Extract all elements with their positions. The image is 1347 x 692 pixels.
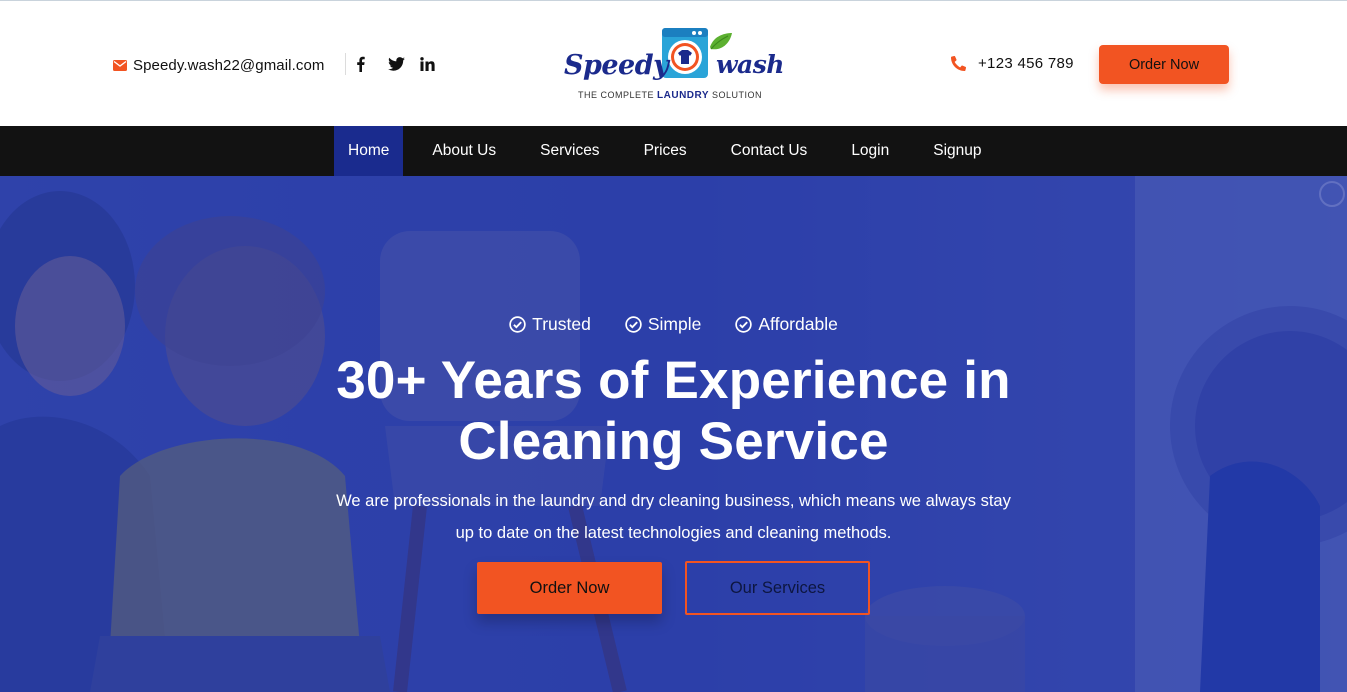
linkedin-link[interactable] <box>420 53 452 75</box>
phone-contact[interactable]: +123 456 789 <box>951 53 1074 73</box>
nav-item-services[interactable]: Services <box>526 126 613 176</box>
site-logo[interactable]: Speedy wash THE COMPLETE LAUNDRY SOLUTIO… <box>562 25 788 105</box>
nav-item-signup[interactable]: Signup <box>919 126 995 176</box>
facebook-icon <box>357 56 365 72</box>
nav-item-login[interactable]: Login <box>837 126 903 176</box>
badge-label: Affordable <box>758 313 838 334</box>
nav-item-home[interactable]: Home <box>334 126 404 176</box>
badge-label: Trusted <box>532 313 591 334</box>
phone-text: +123 456 789 <box>978 54 1074 72</box>
logo-word-wash: wash <box>716 50 784 79</box>
envelope-icon <box>113 59 127 71</box>
hero-section: Trusted Simple Affordable 30+ Years of E… <box>0 176 1347 692</box>
badge-affordable: Affordable <box>735 312 838 336</box>
nav-item-prices[interactable]: Prices <box>630 126 701 176</box>
our-services-button[interactable]: Our Services <box>685 561 870 615</box>
logo-word-speedy: Speedy <box>564 50 669 81</box>
logo-tagline: THE COMPLETE LAUNDRY SOLUTION <box>578 90 763 101</box>
linkedin-icon <box>420 57 435 71</box>
social-links <box>345 53 452 75</box>
twitter-icon <box>388 57 405 71</box>
twitter-link[interactable] <box>388 53 420 75</box>
badge-trusted: Trusted <box>509 312 591 336</box>
check-circle-icon <box>625 315 642 333</box>
main-navbar: Home About Us Services Prices Contact Us… <box>0 126 1347 176</box>
hero-subtitle: We are professionals in the laundry and … <box>0 485 1347 549</box>
badge-simple: Simple <box>625 312 702 336</box>
check-circle-icon <box>735 315 753 333</box>
hero-badges: Trusted Simple Affordable <box>0 312 1347 336</box>
phone-icon <box>951 55 966 71</box>
nav-item-about-us[interactable]: About Us <box>418 126 510 176</box>
check-circle-icon <box>509 315 526 333</box>
facebook-link[interactable] <box>356 53 388 75</box>
hero-subtitle-line-1: We are professionals in the laundry and … <box>336 492 1011 510</box>
email-contact[interactable]: Speedy.wash22@gmail.com <box>113 55 325 75</box>
email-text: Speedy.wash22@gmail.com <box>133 56 325 74</box>
badge-label: Simple <box>647 313 702 334</box>
order-now-header-button[interactable]: Order Now <box>1099 45 1229 84</box>
order-now-hero-button[interactable]: Order Now <box>477 562 662 614</box>
hero-title-line-1: 30+ Years of Experience in <box>336 351 1011 410</box>
hero-title: 30+ Years of Experience in Cleaning Serv… <box>0 350 1347 472</box>
hero-title-line-2: Cleaning Service <box>458 412 889 471</box>
nav-list: Home About Us Services Prices Contact Us… <box>334 126 996 176</box>
top-header: Speedy.wash22@gmail.com Speedy wash THE … <box>0 0 1347 126</box>
hero-subtitle-line-2: up to date on the latest technologies an… <box>455 524 892 542</box>
nav-item-contact-us[interactable]: Contact Us <box>717 126 822 176</box>
